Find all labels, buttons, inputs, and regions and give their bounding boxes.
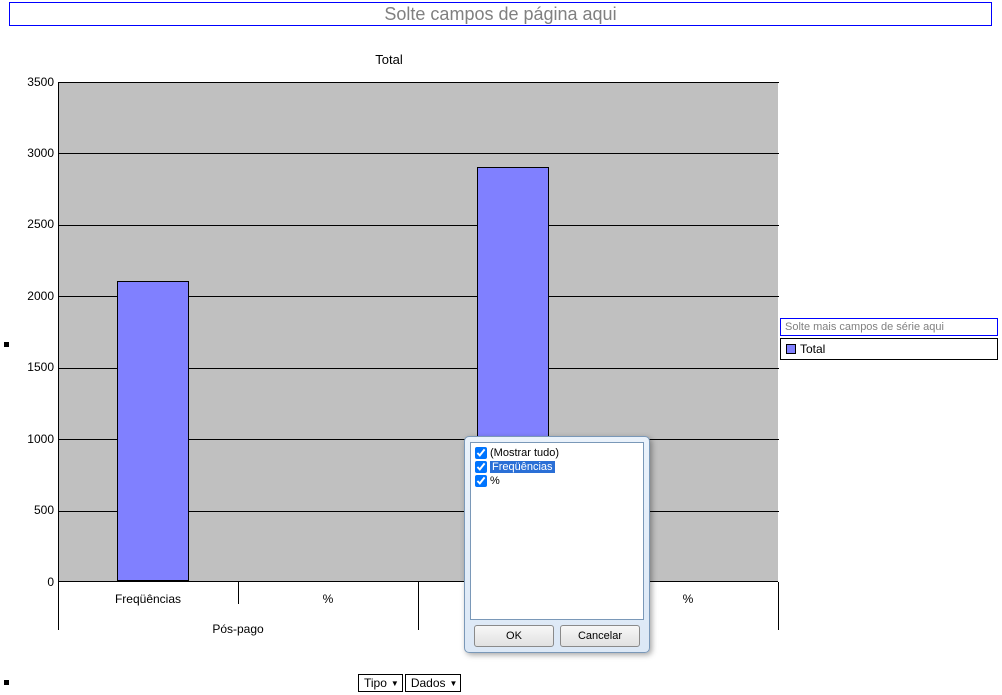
selection-handle-bottom-left[interactable] (4, 680, 9, 685)
filter-checkbox[interactable] (475, 475, 487, 487)
legend-area: Solte mais campos de série aqui Total (780, 318, 998, 360)
series-field-drop-zone[interactable]: Solte mais campos de série aqui (780, 318, 998, 336)
chevron-down-icon: ▼ (450, 679, 458, 688)
y-tick-label: 3000 (16, 146, 54, 160)
bottom-field-controls: Tipo ▼ Dados ▼ (358, 674, 461, 692)
x-separator (418, 582, 419, 630)
gridline (59, 225, 779, 226)
filter-list[interactable]: (Mostrar tudo) Freqüências % (470, 442, 644, 620)
tipo-label: Tipo (364, 676, 387, 690)
chevron-down-icon: ▼ (391, 679, 399, 688)
filter-item-show-all[interactable]: (Mostrar tudo) (475, 446, 639, 460)
cancel-button[interactable]: Cancelar (560, 625, 640, 647)
x-group-label: Pós-pago (58, 622, 418, 636)
filter-popup: (Mostrar tudo) Freqüências % OK Cancelar (464, 436, 650, 653)
filter-item-label: Freqüências (490, 461, 555, 473)
dados-dropdown[interactable]: Dados ▼ (405, 674, 462, 692)
legend-label: Total (800, 342, 825, 356)
gridline (59, 82, 779, 83)
y-tick-label: 1000 (16, 432, 54, 446)
selection-handle-left[interactable] (4, 342, 9, 347)
dados-label: Dados (411, 676, 446, 690)
chart-plot-area: 0 500 1000 1500 2000 2500 3000 3500 Freq… (16, 82, 778, 636)
plot-background (58, 82, 778, 582)
chart-title: Total (0, 52, 778, 67)
ok-button[interactable]: OK (474, 625, 554, 647)
y-tick-label: 2000 (16, 289, 54, 303)
filter-item-frequencias[interactable]: Freqüências (475, 460, 639, 474)
filter-item-label: (Mostrar tudo) (490, 447, 559, 459)
y-tick-label: 0 (16, 575, 54, 589)
series-field-drop-label: Solte mais campos de série aqui (785, 321, 944, 333)
filter-checkbox[interactable] (475, 461, 487, 473)
gridline (59, 153, 779, 154)
tipo-dropdown[interactable]: Tipo ▼ (358, 674, 403, 692)
filter-item-percent[interactable]: % (475, 474, 639, 488)
bar-1[interactable] (117, 281, 189, 581)
page-field-drop-label: Solte campos de página aqui (384, 4, 616, 25)
legend-swatch (786, 344, 796, 354)
popup-button-row: OK Cancelar (470, 625, 644, 647)
x-tick-label: Freqüências (58, 592, 238, 606)
x-tick-label: % (238, 592, 418, 606)
filter-item-label: % (490, 475, 500, 487)
y-tick-label: 500 (16, 503, 54, 517)
y-tick-label: 1500 (16, 360, 54, 374)
filter-checkbox[interactable] (475, 447, 487, 459)
y-tick-label: 3500 (16, 75, 54, 89)
legend-entry[interactable]: Total (780, 338, 998, 360)
x-separator (778, 582, 779, 630)
y-tick-label: 2500 (16, 217, 54, 231)
page-field-drop-zone[interactable]: Solte campos de página aqui (9, 2, 992, 26)
